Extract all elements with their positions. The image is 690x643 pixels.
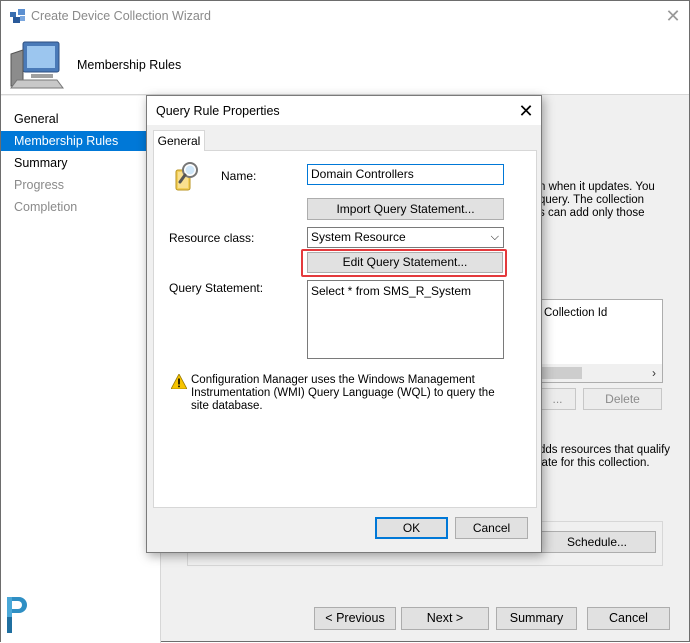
computer-icon: [10, 41, 64, 89]
info-text: Configuration Manager uses the Windows M…: [191, 374, 495, 412]
wizard-titlebar: Create Device Collection Wizard ✕: [1, 1, 689, 32]
wizard-title: Create Device Collection Wizard: [31, 9, 211, 23]
next-button[interactable]: Next >: [401, 607, 489, 630]
scrollbar-thumb[interactable]: [540, 367, 582, 379]
wizard-page-title: Membership Rules: [77, 58, 182, 72]
tab-general[interactable]: General: [153, 130, 205, 151]
dialog-close-icon[interactable]: ✕: [513, 98, 539, 124]
query-statement-label: Query Statement:: [169, 281, 264, 295]
wizard-header: Membership Rules: [1, 32, 689, 95]
delete-button: Delete: [583, 388, 662, 410]
summary-button[interactable]: Summary: [496, 607, 577, 630]
description-text-line: s can add only those: [539, 207, 645, 219]
edit-query-statement-button[interactable]: Edit Query Statement...: [307, 252, 503, 273]
edit-rule-button: ...: [539, 388, 576, 410]
membership-rules-list[interactable]: Collection Id ›: [539, 299, 663, 383]
horizontal-scrollbar[interactable]: ›: [540, 364, 662, 382]
scroll-right-icon[interactable]: ›: [646, 364, 662, 382]
column-header-collection-id[interactable]: Collection Id: [544, 307, 607, 319]
query-statement-box[interactable]: Select * from SMS_R_System: [307, 280, 504, 359]
description-text-line: dds resources that qualify: [539, 444, 671, 456]
name-label: Name:: [221, 169, 257, 183]
schedule-button[interactable]: Schedule...: [538, 531, 656, 553]
nav-item-summary[interactable]: Summary: [1, 153, 161, 173]
general-tab-panel: Name: Domain Controllers Import Query St…: [153, 150, 537, 508]
chevron-down-icon: ⌵: [490, 231, 499, 243]
query-rule-properties-dialog: Query Rule Properties ✕ General Name: Do…: [146, 95, 542, 553]
description-text-line: query. The collection: [539, 194, 645, 206]
ok-button[interactable]: OK: [375, 517, 448, 539]
description-text-line: n when it updates. You: [539, 181, 655, 193]
nav-item-general[interactable]: General: [1, 109, 161, 129]
dialog-cancel-button[interactable]: Cancel: [455, 517, 528, 539]
nav-item-completion: Completion: [14, 200, 78, 214]
nav-item-progress: Progress: [14, 178, 65, 192]
wizard-app-icon: [10, 9, 25, 23]
wizard-cancel-button[interactable]: Cancel: [587, 607, 670, 630]
query-icon: [175, 162, 198, 191]
name-input[interactable]: Domain Controllers: [307, 164, 504, 185]
wizard-nav: General Membership Rules Summary Progres…: [1, 96, 161, 643]
import-query-statement-button[interactable]: Import Query Statement...: [307, 198, 504, 220]
description-text-line: late for this collection.: [539, 457, 650, 469]
resource-class-label: Resource class:: [169, 231, 255, 245]
dialog-title: Query Rule Properties: [156, 104, 280, 118]
dialog-titlebar: Query Rule Properties ✕: [147, 96, 541, 125]
nav-item-membership-rules[interactable]: Membership Rules: [1, 131, 161, 151]
resource-class-value: System Resource: [311, 230, 406, 244]
previous-button[interactable]: < Previous: [314, 607, 396, 630]
warning-icon: [171, 374, 187, 389]
brand-logo-icon: [7, 597, 27, 633]
wizard-close-icon[interactable]: ✕: [659, 3, 687, 29]
resource-class-select[interactable]: System Resource ⌵: [307, 227, 504, 248]
